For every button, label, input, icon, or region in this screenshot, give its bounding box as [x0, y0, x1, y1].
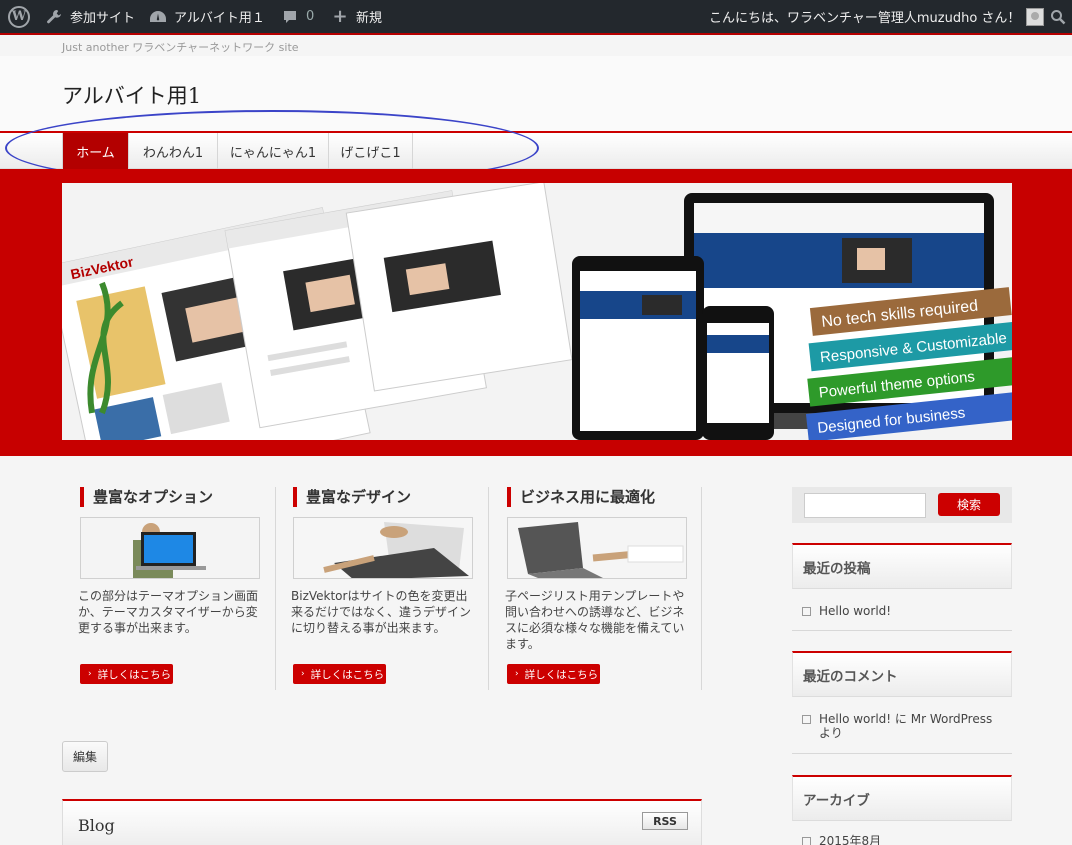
feature-image-laptop-desk[interactable]: [507, 517, 687, 579]
chevron-right-icon: ›: [515, 669, 519, 679]
blog-title: Blog: [78, 816, 115, 835]
nav-item-home[interactable]: ホーム: [62, 133, 129, 169]
recent-post-link[interactable]: Hello world!: [819, 604, 891, 618]
archive-item[interactable]: 2015年8月: [802, 834, 1002, 845]
edit-button[interactable]: 編集: [62, 741, 108, 772]
comments-menu[interactable]: 0: [280, 0, 314, 33]
feature-business: ビジネス用に最適化 子ページリスト用テンプレートや問い合わせへの誘導など、ビジネ…: [501, 487, 706, 692]
feature-title: ビジネス用に最適化: [507, 487, 655, 507]
blog-section: Blog RSS: [62, 799, 702, 845]
nav-item-nyannyan[interactable]: にゃんにゃん1: [218, 133, 329, 169]
list-bullet-icon: [802, 607, 811, 616]
site-name-label: アルバイト用１: [174, 11, 265, 26]
more-details-label: 詳しくはこちら: [310, 668, 385, 681]
feature-design: 豊富なデザイン BizVektorはサイトの色を変更出来るだけではなく、違うデザ…: [287, 487, 492, 692]
my-sites-label: 参加サイト: [70, 11, 136, 26]
recent-comment-link[interactable]: Hello world! に Mr WordPress より: [819, 712, 1002, 740]
nav-item-wanwan[interactable]: わんわん1: [129, 133, 218, 169]
avatar: [1026, 7, 1045, 26]
recent-posts-title: 最近の投稿: [792, 543, 1012, 589]
feature-image-laptop-typing[interactable]: [293, 517, 473, 579]
my-account-menu[interactable]: こんにちは、ワラベンチャー管理人muzudho さん！: [709, 0, 1045, 33]
column-divider: [488, 487, 489, 690]
chevron-right-icon: ›: [301, 669, 305, 679]
my-sites-menu[interactable]: 参加サイト: [44, 0, 135, 33]
more-details-label: 詳しくはこちら: [97, 668, 172, 681]
recent-post-item[interactable]: Hello world!: [802, 604, 1002, 618]
search-input[interactable]: [804, 493, 926, 518]
wordpress-icon: W: [8, 5, 30, 28]
more-details-button[interactable]: › 詳しくはこちら: [507, 664, 600, 684]
feature-description: BizVektorはサイトの色を変更出来るだけではなく、違うデザインに切り替える…: [291, 589, 472, 635]
site-title[interactable]: アルバイト用1: [62, 80, 201, 110]
global-nav: ホーム わんわん1 にゃんにゃん1 げこげこ1: [0, 131, 1072, 169]
site-name-menu[interactable]: アルバイト用１: [148, 0, 265, 33]
list-bullet-icon: [802, 837, 811, 845]
column-divider: [701, 487, 702, 690]
wordpress-logo-menu[interactable]: W: [8, 0, 30, 33]
comments-count: 0: [306, 9, 315, 24]
rss-button[interactable]: RSS: [642, 812, 688, 830]
sidebar-search: 検索: [792, 487, 1012, 523]
feature-title: 豊富なデザイン: [293, 487, 411, 507]
new-content-menu[interactable]: + 新規: [330, 0, 382, 33]
feature-title: 豊富なオプション: [80, 487, 213, 507]
nav-item-label: わんわん1: [142, 145, 204, 161]
list-bullet-icon: [802, 715, 811, 724]
hero-illustration: BizVektor No tech skills required Respon…: [62, 183, 1012, 440]
more-details-button[interactable]: › 詳しくはこちら: [80, 664, 173, 684]
chevron-right-icon: ›: [88, 669, 92, 679]
wrench-icon: [44, 9, 64, 25]
hero-banner[interactable]: BizVektor No tech skills required Respon…: [62, 183, 1012, 440]
widget-divider: [792, 630, 1012, 631]
feature-description: 子ページリスト用テンプレートや問い合わせへの誘導など、ビジネスに必須な様々な機能…: [505, 589, 685, 651]
nav-item-gekogeko[interactable]: げこげこ1: [329, 133, 413, 169]
plus-icon: +: [332, 6, 348, 27]
search-button[interactable]: 検索: [938, 493, 1000, 516]
more-details-label: 詳しくはこちら: [524, 668, 599, 681]
archive-link[interactable]: 2015年8月: [819, 834, 881, 845]
dashboard-icon: [148, 9, 168, 25]
feature-image-laptop-user[interactable]: [80, 517, 260, 579]
feature-description: この部分はテーマオプション画面か、テーマカスタマイザーから変更する事が出来ます。: [78, 589, 259, 635]
greeting-label: こんにちは、ワラベンチャー管理人muzudho さん！: [709, 11, 1021, 26]
archives-title: アーカイブ: [792, 775, 1012, 821]
nav-item-label: にゃんにゃん1: [229, 145, 317, 161]
search-icon: [1048, 9, 1068, 25]
recent-comment-item[interactable]: Hello world! に Mr WordPress より: [802, 712, 1002, 740]
nav-item-label: げこげこ1: [340, 145, 401, 161]
feature-options: 豊富なオプション この部分はテーマオプション画面か、テーマカスタマイザーから変更…: [74, 487, 279, 692]
admin-bar: W 参加サイト アルバイト用１ 0 + 新規 こんにちは、ワラベンチャー管理人m…: [0, 0, 1072, 35]
widget-divider: [792, 753, 1012, 754]
admin-search[interactable]: [1048, 0, 1068, 33]
column-divider: [275, 487, 276, 690]
recent-comments-title: 最近のコメント: [792, 651, 1012, 697]
nav-item-label: ホーム: [76, 145, 115, 161]
more-details-button[interactable]: › 詳しくはこちら: [293, 664, 386, 684]
comment-bubble-icon: [280, 9, 300, 25]
new-label: 新規: [356, 11, 383, 26]
site-tagline: Just another ワラベンチャーネットワーク site: [62, 41, 299, 54]
